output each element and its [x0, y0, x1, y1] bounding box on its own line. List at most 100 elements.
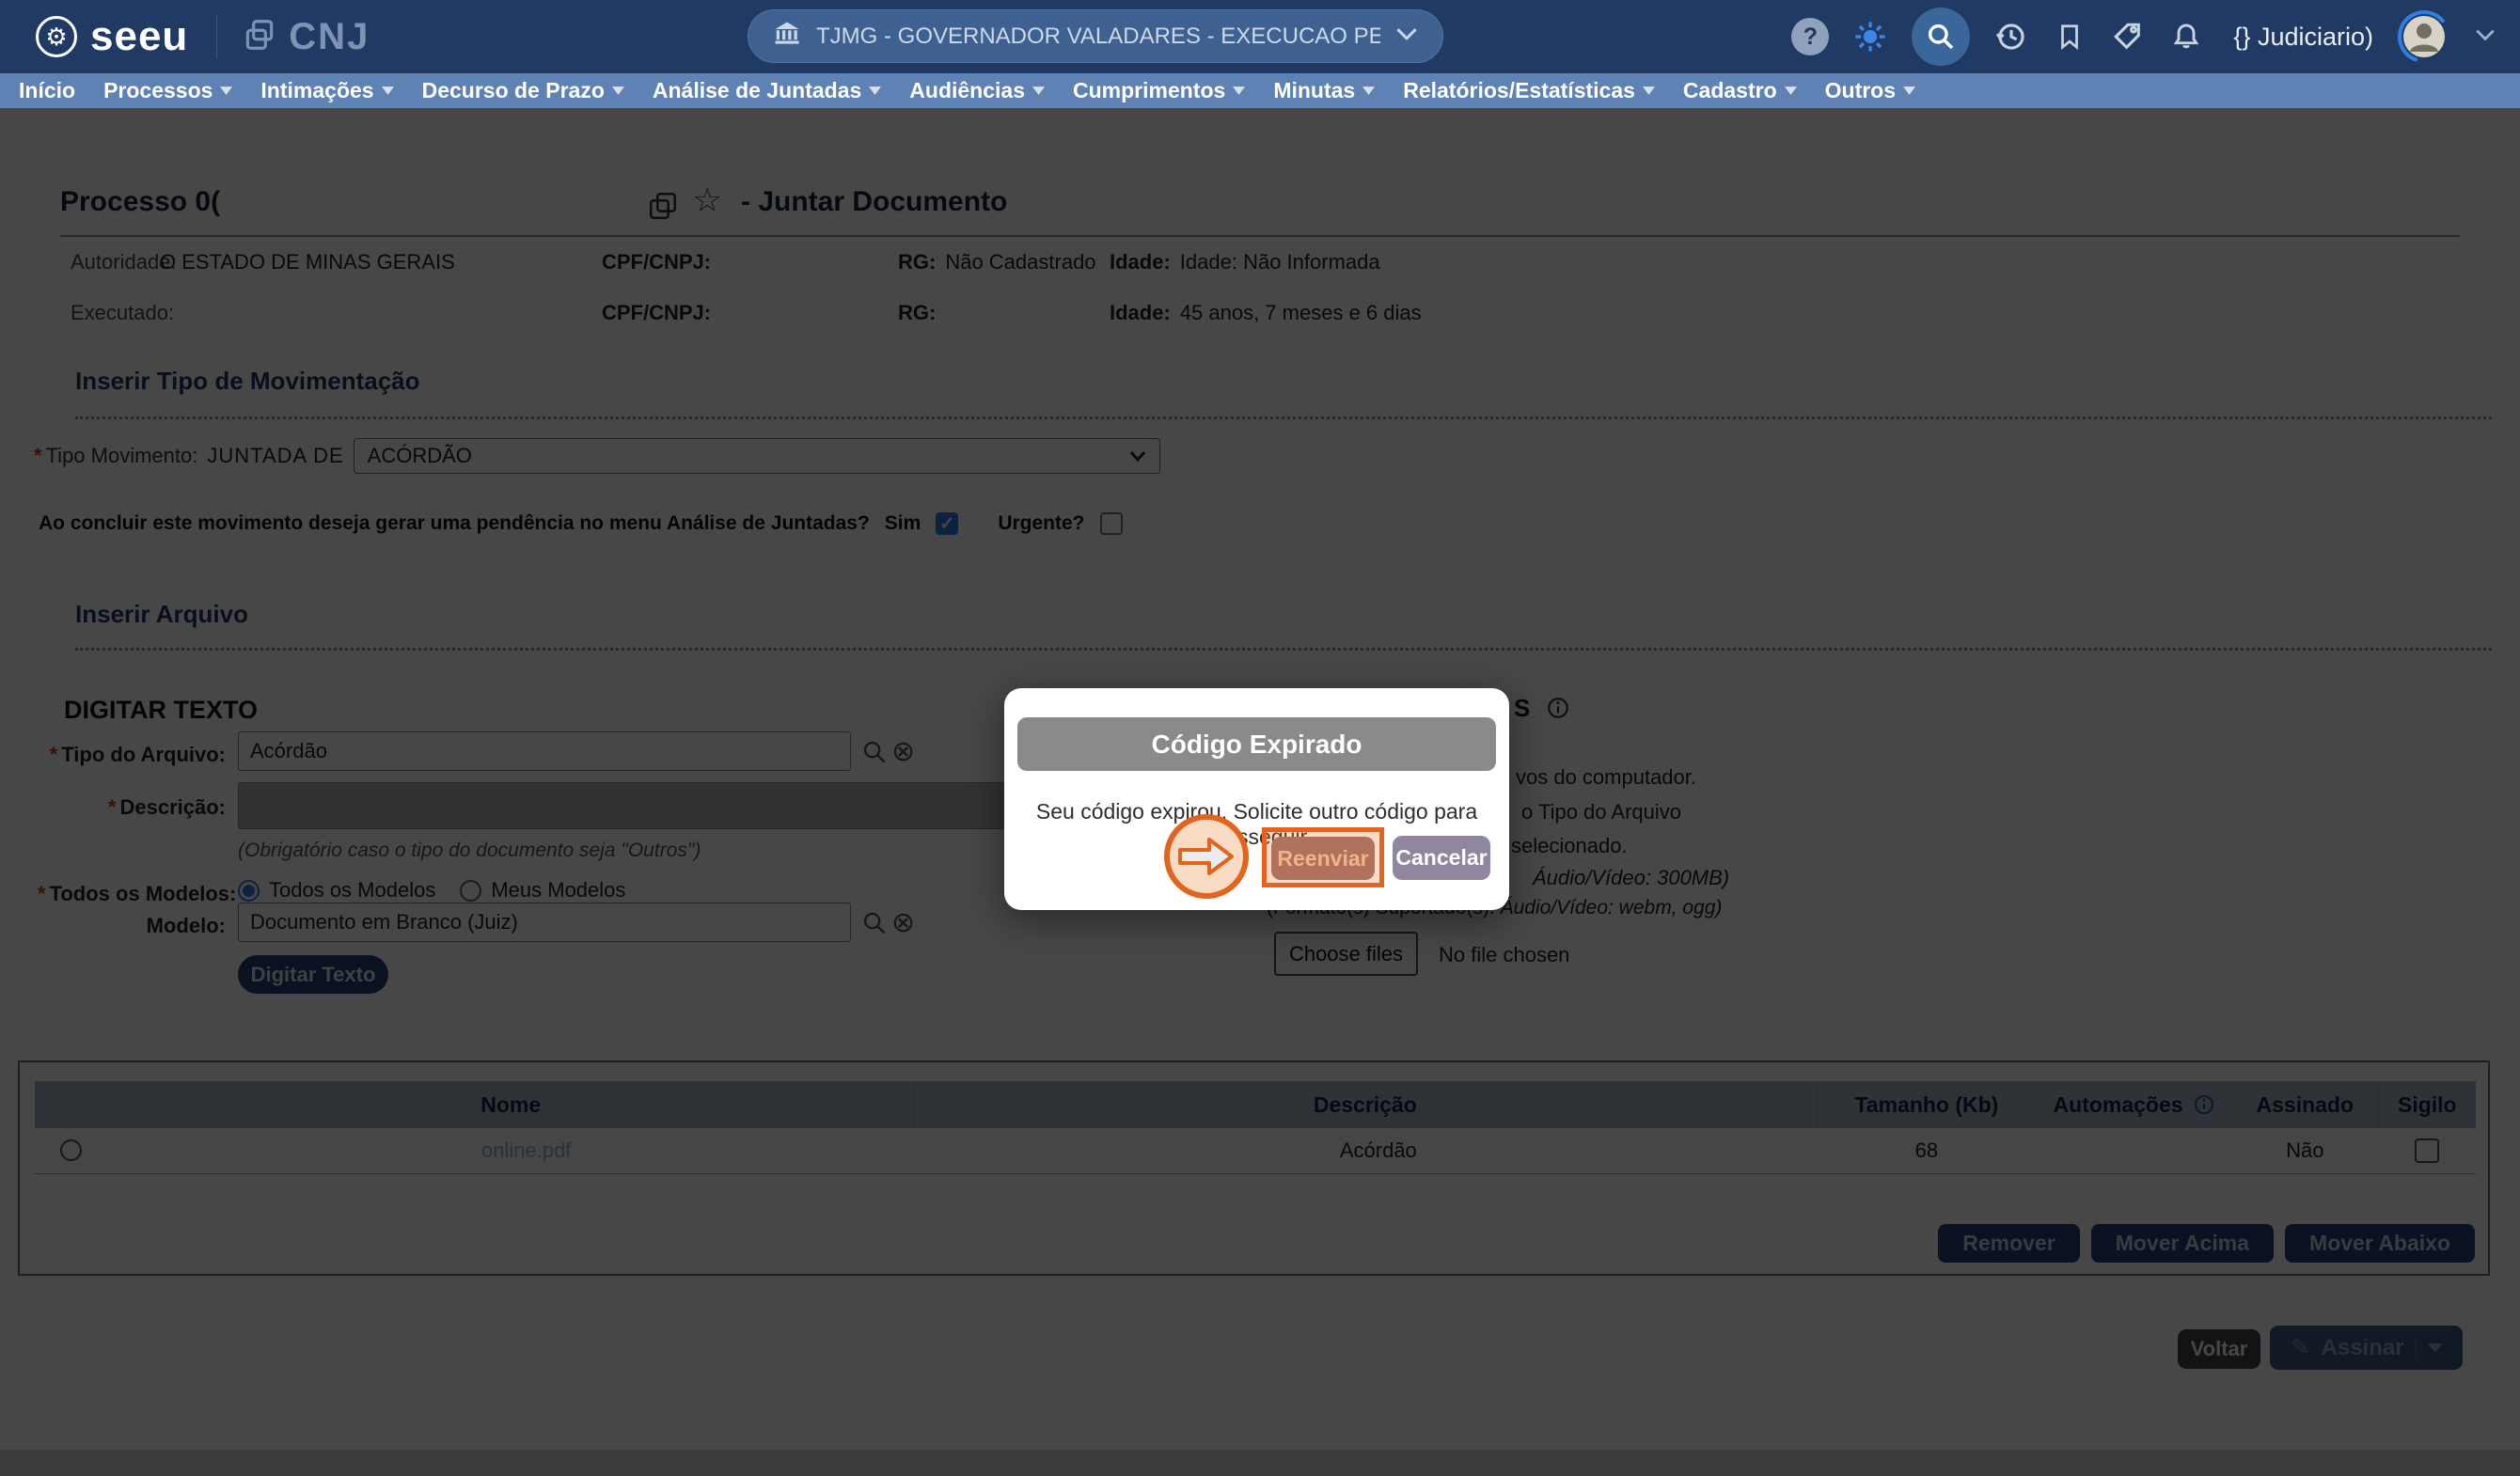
descricao-hint: (Obrigatório caso o tipo do documento se… — [238, 840, 701, 862]
tipo-arquivo-input[interactable] — [238, 731, 851, 771]
nav-intimacoes[interactable]: Intimações — [260, 78, 393, 103]
chevron-down-icon[interactable] — [2475, 28, 2496, 46]
header-divider — [216, 15, 217, 58]
caret-down-icon — [1233, 86, 1245, 95]
page-title: Processo 0( — [60, 186, 220, 218]
brand-name: seeu — [90, 13, 188, 60]
upload-heading-fragment: S — [1514, 694, 1530, 723]
sim-checkbox[interactable]: ✓ — [936, 512, 958, 535]
nav-cadastro[interactable]: Cadastro — [1683, 78, 1797, 103]
caret-down-icon[interactable] — [2428, 1343, 2442, 1353]
cnj-squares-icon — [242, 17, 277, 57]
rg-field: RG: — [898, 301, 945, 325]
pendencia-question-row: Ao concluir este movimento deseja gerar … — [39, 512, 1123, 535]
court-selector-label: TJMG - GOVERNADOR VALADARES - EXECUCAO P… — [816, 24, 1380, 50]
tipo-movimento-prefix: JUNTADA DE — [207, 444, 343, 468]
footer-band — [0, 1450, 2520, 1476]
caret-down-icon — [869, 86, 881, 95]
seeu-application: ⚙ seeu CNJ TJMG - GOVERNADOR VALADARES -… — [0, 0, 2520, 1476]
nav-relatorios-estatisticas[interactable]: Relatórios/Estatísticas — [1403, 78, 1655, 103]
section-heading-arquivo: Inserir Arquivo — [75, 600, 248, 629]
nav-processos[interactable]: Processos — [103, 78, 232, 103]
header-actions: ? {} Judiciario) — [1791, 0, 2496, 73]
title-divider — [60, 235, 2460, 237]
meus-modelos-radio[interactable] — [460, 880, 481, 902]
nav-cumprimentos[interactable]: Cumprimentos — [1073, 78, 1245, 103]
nav-outros[interactable]: Outros — [1825, 78, 1915, 103]
modelos-label: *Todos os Modelos: — [38, 882, 226, 906]
arrow-annotation — [1164, 814, 1249, 899]
tipo-arquivo-label: *Tipo do Arquivo: — [38, 743, 226, 767]
theme-brightness-icon[interactable] — [1853, 20, 1887, 54]
dialog-title: Código Expirado — [1152, 730, 1362, 760]
search-lookup-icon[interactable] — [861, 739, 888, 765]
mover-acima-button[interactable]: Mover Acima — [2091, 1224, 2274, 1263]
nav-decurso-de-prazo[interactable]: Decurso de Prazo — [422, 78, 624, 103]
main-nav: Início Processos Intimações Decurso de P… — [0, 73, 2520, 108]
digitar-texto-heading: DIGITAR TEXTO — [64, 696, 258, 725]
button-divider — [2416, 1336, 2417, 1360]
nav-inicio[interactable]: Início — [19, 78, 75, 103]
tag-icon[interactable] — [2111, 20, 2145, 54]
digitar-texto-button[interactable]: Digitar Texto — [238, 955, 388, 994]
copy-process-number-icon[interactable] — [647, 190, 679, 227]
search-lookup-icon[interactable] — [861, 910, 888, 936]
nav-analise-de-juntadas[interactable]: Análise de Juntadas — [653, 78, 881, 103]
file-tamanho-cell: 68 — [1817, 1128, 2037, 1173]
mover-abaixo-button[interactable]: Mover Abaixo — [2285, 1224, 2475, 1263]
dialog-title-bar: Código Expirado — [1017, 717, 1496, 771]
favorite-star-icon[interactable]: ☆ — [692, 181, 722, 220]
court-selector-dropdown[interactable]: TJMG - GOVERNADOR VALADARES - EXECUCAO P… — [748, 9, 1443, 63]
chevron-down-icon — [1395, 26, 1418, 46]
bookmark-icon[interactable] — [2053, 20, 2087, 54]
tipo-movimento-select[interactable]: ACÓRDÃO — [354, 438, 1160, 474]
sigilo-checkbox[interactable] — [2415, 1138, 2439, 1163]
info-icon[interactable] — [1546, 696, 1570, 725]
modelo-input[interactable] — [238, 903, 851, 942]
user-role-label: {} Judiciario) — [2233, 23, 2373, 52]
caret-down-icon — [220, 86, 232, 95]
todos-modelos-radio[interactable] — [238, 880, 260, 902]
avatar[interactable] — [2398, 10, 2450, 63]
row-select-radio[interactable] — [60, 1139, 82, 1161]
help-icon[interactable]: ? — [1791, 18, 1829, 55]
history-icon[interactable] — [1994, 20, 2028, 54]
idade-field: Idade: 45 anos, 7 meses e 6 dias — [1110, 301, 1422, 325]
nav-minutas[interactable]: Minutas — [1273, 78, 1375, 103]
caret-down-icon — [382, 86, 394, 95]
todos-modelos-option-label: Todos os Modelos — [269, 878, 435, 903]
upload-size-limit-line: Áudio/Vídeo: 300MB) — [1533, 866, 1729, 890]
nome-column-header: Nome — [108, 1081, 914, 1128]
urgente-checkbox[interactable] — [1100, 512, 1123, 535]
choose-files-button[interactable]: Choose files — [1274, 932, 1418, 976]
assinar-button[interactable]: ✎ Assinar — [2270, 1326, 2463, 1370]
select-column-header — [35, 1081, 108, 1128]
voltar-button[interactable]: Voltar — [2178, 1329, 2260, 1369]
page-subtitle: - Juntar Documento — [741, 186, 1007, 218]
rg-field: RG: Não Cadastrado — [898, 250, 1096, 275]
remover-button[interactable]: Remover — [1938, 1224, 2079, 1263]
cpf-cnpj-field: CPF/CNPJ: — [602, 301, 720, 325]
clear-field-icon[interactable]: ⊗ — [891, 906, 915, 939]
search-icon[interactable] — [1912, 8, 1970, 66]
pen-icon: ✎ — [2291, 1334, 2309, 1361]
file-link[interactable]: online.pdf — [481, 1138, 571, 1162]
descricao-label: *Descrição: — [38, 795, 226, 820]
files-table-container: Nome Descrição Tamanho (Kb) Automações A… — [18, 1060, 2490, 1276]
caret-down-icon — [612, 86, 624, 95]
file-automacoes-cell — [2037, 1128, 2232, 1173]
meus-modelos-option-label: Meus Modelos — [491, 878, 625, 903]
tipo-movimento-row: *Tipo Movimento: JUNTADA DE ACÓRDÃO — [34, 438, 1160, 474]
no-file-chosen-label: No file chosen — [1439, 943, 1569, 967]
info-icon[interactable] — [2193, 1093, 2215, 1116]
urgente-label: Urgente? — [998, 512, 1084, 535]
clear-field-icon[interactable]: ⊗ — [891, 735, 915, 768]
upload-instruction-line: selecionado. — [1511, 834, 1628, 858]
file-name-cell: online.pdf — [108, 1128, 914, 1173]
caret-down-icon — [1785, 86, 1797, 95]
bell-icon[interactable] — [2169, 20, 2203, 54]
cancelar-button[interactable]: Cancelar — [1393, 836, 1490, 880]
files-table: Nome Descrição Tamanho (Kb) Automações A… — [35, 1081, 2476, 1174]
nav-audiencias[interactable]: Audiências — [909, 78, 1045, 103]
seeu-logo[interactable]: ⚙ seeu — [36, 13, 188, 60]
